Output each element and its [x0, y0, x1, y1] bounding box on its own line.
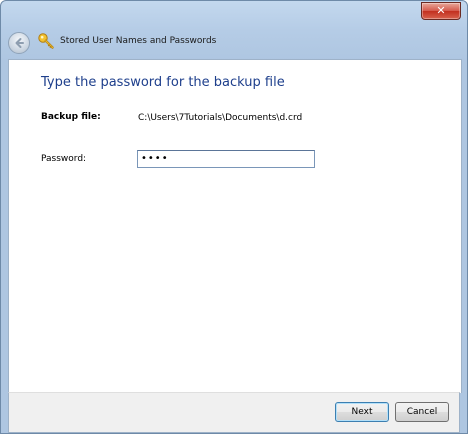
- close-icon: ✕: [436, 4, 446, 17]
- back-button[interactable]: [8, 32, 30, 54]
- content-panel: Type the password for the backup file Ba…: [8, 59, 462, 393]
- button-bar: Next Cancel: [8, 392, 460, 433]
- backup-file-label: Backup file:: [41, 112, 101, 122]
- backup-file-path: C:\Users\7Tutorials\Documents\d.crd: [138, 113, 303, 123]
- password-field[interactable]: ••••: [137, 150, 315, 168]
- password-label: Password:: [41, 154, 87, 164]
- key-icon: [38, 33, 54, 49]
- page-heading: Type the password for the backup file: [41, 75, 285, 90]
- window-title: Stored User Names and Passwords: [60, 36, 217, 46]
- title-bar: ✕ Stored User Names and Passwords: [1, 1, 467, 59]
- back-arrow-icon: [15, 38, 24, 48]
- dialog-window: ✕ Stored User Names and Passwords Type t…: [0, 0, 468, 434]
- close-button[interactable]: ✕: [421, 2, 461, 20]
- next-button[interactable]: Next: [335, 402, 389, 422]
- cancel-button[interactable]: Cancel: [395, 402, 449, 422]
